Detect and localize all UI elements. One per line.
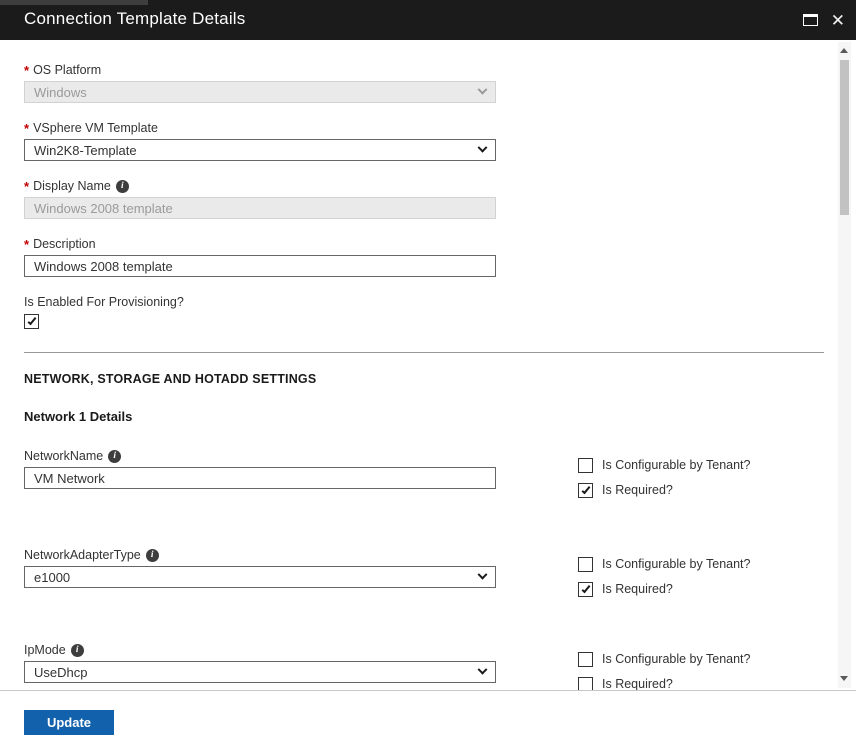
os-platform-select: Windows [24,81,496,103]
chevron-down-icon [478,569,488,579]
network-adapter-type-select[interactable]: e1000 [24,566,496,588]
network-name-label: NetworkName i [24,448,496,464]
ip-mode-required-checkbox[interactable] [578,677,593,691]
network-name-configurable-checkbox[interactable] [578,458,593,473]
scroll-up-arrow-icon[interactable] [840,48,848,53]
network-adapter-type-required-checkbox[interactable] [578,582,593,597]
row-network-adapter-type: NetworkAdapterType i e1000 Is Configurab… [24,547,830,606]
display-name-input [24,197,496,219]
required-marker: * [24,63,29,78]
dialog-footer: Update [0,690,856,750]
update-button[interactable]: Update [24,710,114,735]
dialog-body: * OS Platform Windows * VSphere VM Templ… [0,40,856,690]
configurable-by-tenant-label: Is Configurable by Tenant? [602,458,750,472]
window-controls: ✕ [803,0,845,40]
network-adapter-type-value: e1000 [34,570,70,585]
field-is-enabled: Is Enabled For Provisioning? [24,294,830,330]
ip-mode-configurable-checkbox[interactable] [578,652,593,667]
info-icon[interactable]: i [108,450,121,463]
info-icon[interactable]: i [146,549,159,562]
checkmark-icon [581,583,590,592]
section-divider [24,352,824,353]
display-name-label: * Display Name i [24,178,830,194]
chevron-down-icon [478,142,488,152]
network-name-input[interactable] [24,467,496,489]
info-icon[interactable]: i [71,644,84,657]
titlebar-accent-strip [0,0,148,5]
required-marker: * [24,237,29,252]
configurable-by-tenant-label: Is Configurable by Tenant? [602,557,750,571]
description-label: * Description [24,236,830,252]
network1-details-header: Network 1 Details [24,409,830,424]
checkmark-icon [581,484,590,493]
info-icon[interactable]: i [116,180,129,193]
scrollbar-thumb[interactable] [840,60,849,215]
is-required-label: Is Required? [602,483,673,497]
checkmark-icon [27,316,36,325]
scroll-down-arrow-icon[interactable] [840,676,848,681]
vertical-scrollbar[interactable] [838,42,851,688]
vsphere-vm-template-value: Win2K8-Template [34,143,137,158]
os-platform-value: Windows [34,85,87,100]
vsphere-vm-template-select[interactable]: Win2K8-Template [24,139,496,161]
field-os-platform: * OS Platform Windows [24,62,830,103]
is-enabled-checkbox[interactable] [24,314,39,329]
maximize-icon[interactable] [803,14,818,26]
chevron-down-icon [478,84,488,94]
description-input[interactable] [24,255,496,277]
ip-mode-value: UseDhcp [34,665,87,680]
dialog-title: Connection Template Details [24,9,246,29]
dialog-titlebar: Connection Template Details ✕ [0,0,856,40]
required-marker: * [24,121,29,136]
network-adapter-type-label: NetworkAdapterType i [24,547,496,563]
network-adapter-type-configurable-checkbox[interactable] [578,557,593,572]
required-marker: * [24,179,29,194]
field-description: * Description [24,236,830,277]
row-ip-mode: IpMode i UseDhcp Is Configurable by Tena… [24,642,830,690]
is-required-label: Is Required? [602,582,673,596]
ip-mode-select[interactable]: UseDhcp [24,661,496,683]
close-icon[interactable]: ✕ [831,12,845,29]
network-name-required-checkbox[interactable] [578,483,593,498]
configurable-by-tenant-label: Is Configurable by Tenant? [602,652,750,666]
row-network-name: NetworkName i Is Configurable by Tenant? [24,448,830,507]
ip-mode-label: IpMode i [24,642,496,658]
vsphere-vm-template-label: * VSphere VM Template [24,120,830,136]
chevron-down-icon [478,664,488,674]
field-vsphere-vm-template: * VSphere VM Template Win2K8-Template [24,120,830,161]
os-platform-label: * OS Platform [24,62,830,78]
is-required-label: Is Required? [602,677,673,690]
is-enabled-label: Is Enabled For Provisioning? [24,294,830,310]
network-storage-section-header: NETWORK, STORAGE AND HOTADD SETTINGS [24,372,830,386]
field-display-name: * Display Name i [24,178,830,219]
